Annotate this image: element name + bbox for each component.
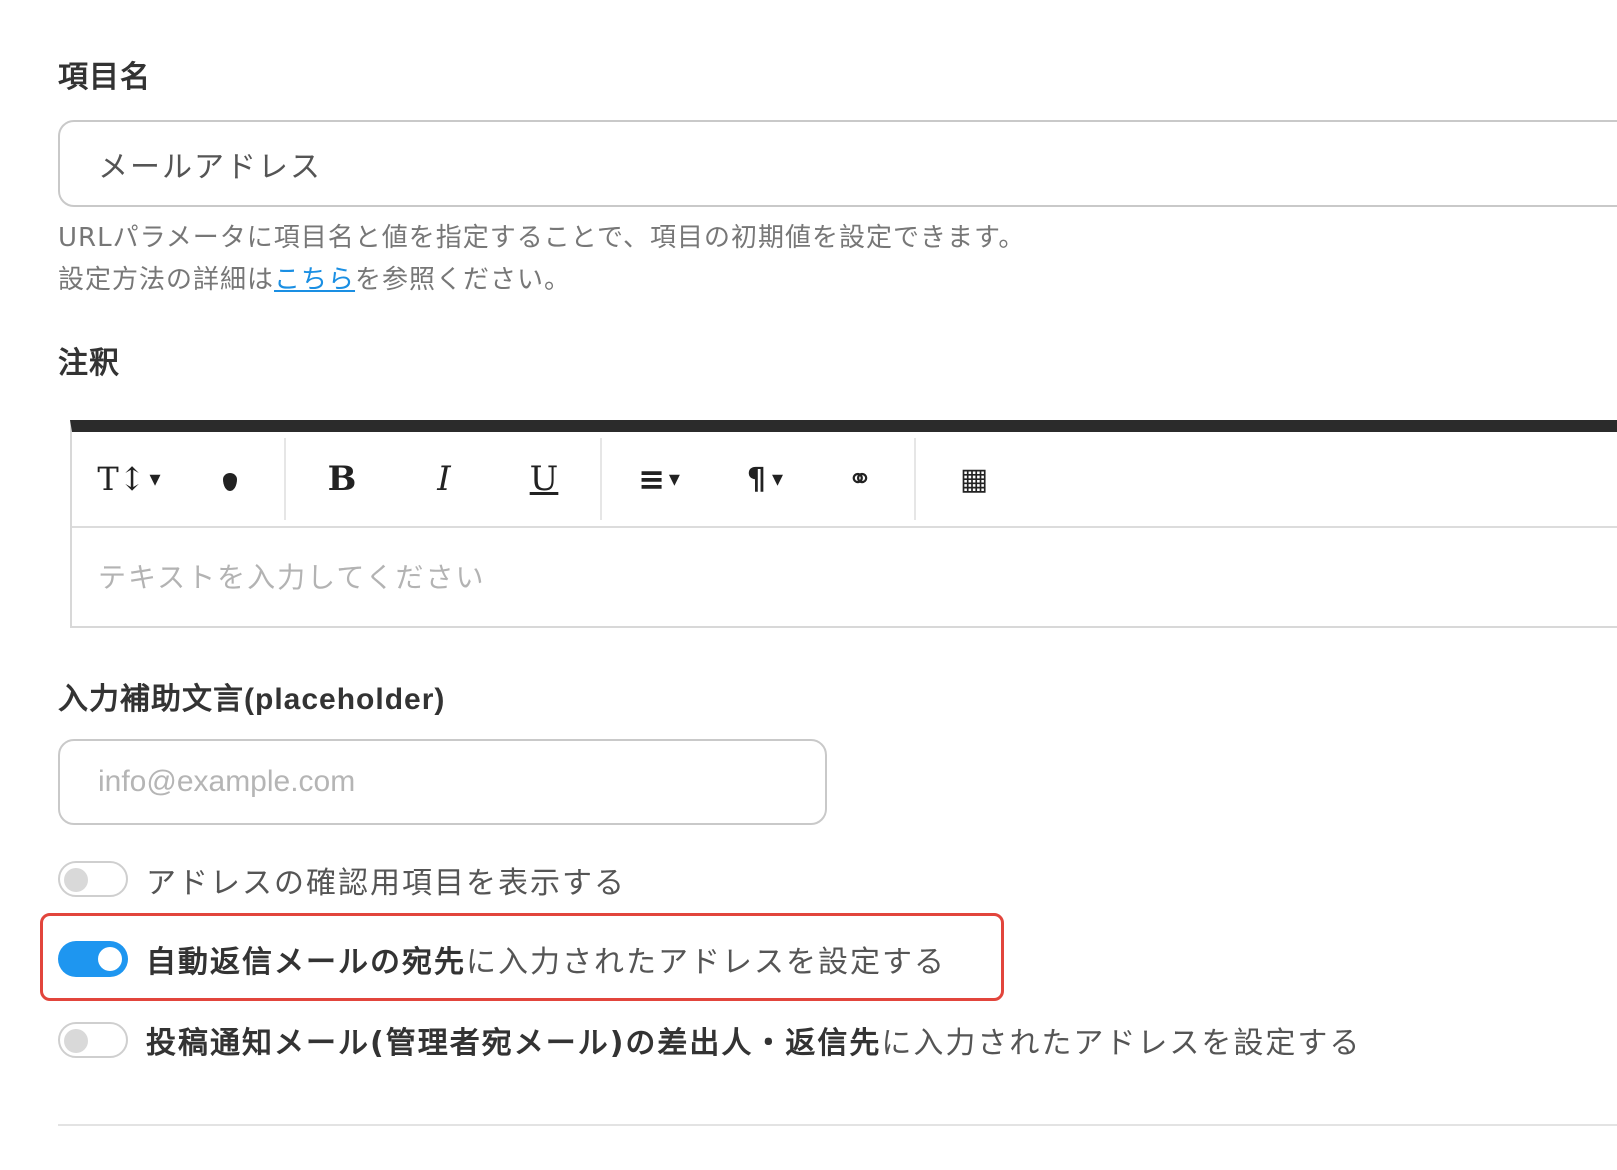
link-icon: ⚭ [847, 461, 873, 497]
notification-sender-label: 投稿通知メール(管理者宛メール)の差出人・返信先に入力されたアドレスを設定する [146, 1018, 1361, 1062]
toggle-knob [98, 947, 122, 971]
toggle-knob [64, 1029, 88, 1053]
table-icon: ▦ [959, 461, 989, 497]
placeholder-label-en: (placeholder) [244, 683, 446, 716]
toolbar-separator [600, 438, 602, 520]
paragraph-icon: ¶ [746, 461, 767, 497]
chevron-down-icon: ▾ [149, 466, 161, 492]
table-button[interactable]: ▦ [952, 432, 996, 526]
auto-reply-label: 自動返信メールの宛先に入力されたアドレスを設定する [146, 937, 946, 981]
toolbar-separator [914, 438, 916, 520]
text-color-button[interactable] [210, 432, 250, 526]
field-name-help: URLパラメータに項目名と値を指定することで、項目の初期値を設定できます。 設定… [58, 217, 1025, 301]
annotation-label: 注釈 [58, 346, 120, 381]
editor-toolbar: T↕ ▾ B I U ≡ ▾ ¶ ▾ ⚭ ▦ [72, 432, 1617, 528]
help-line-2: 設定方法の詳細はこちらを参照ください。 [58, 259, 1025, 301]
placeholder-label: 入力補助文言(placeholder) [58, 674, 445, 718]
bold-icon: B [327, 459, 357, 499]
toggle-knob [64, 868, 88, 892]
auto-reply-toggle[interactable] [58, 941, 128, 977]
toggle-2-text: に入力されたアドレスを設定する [881, 1026, 1362, 1061]
field-name-value: メールアドレス [98, 149, 322, 185]
placeholder-input-text: info@example.com [98, 765, 356, 798]
italic-icon: I [437, 459, 451, 499]
align-button[interactable]: ≡ ▾ [624, 432, 694, 526]
chevron-down-icon: ▾ [772, 466, 784, 492]
paragraph-button[interactable]: ¶ ▾ [730, 432, 800, 526]
underline-button[interactable]: U [522, 432, 566, 526]
divider [58, 1124, 1617, 1126]
toolbar-separator [284, 438, 286, 520]
help-line-2-before: 設定方法の詳細は [58, 265, 275, 295]
help-line-1: URLパラメータに項目名と値を指定することで、項目の初期値を設定できます。 [58, 223, 1026, 253]
align-left-icon: ≡ [638, 460, 665, 498]
italic-button[interactable]: I [422, 432, 466, 526]
help-link[interactable]: こちら [274, 265, 355, 295]
editor-placeholder[interactable]: テキストを入力してください [98, 556, 485, 596]
placeholder-input[interactable]: info@example.com [58, 739, 827, 825]
placeholder-label-jp: 入力補助文言 [58, 682, 244, 717]
toggle-1-bold: 自動返信メールの宛先 [146, 945, 466, 980]
underline-icon: U [529, 459, 559, 499]
rich-text-editor[interactable]: T↕ ▾ B I U ≡ ▾ ¶ ▾ ⚭ ▦ テキストを入力してください [70, 420, 1617, 628]
toggle-0-text: アドレスの確認用項目を表示する [146, 866, 626, 901]
field-name-input[interactable]: メールアドレス [58, 120, 1617, 207]
link-button[interactable]: ⚭ [838, 432, 882, 526]
toggle-1-text: に入力されたアドレスを設定する [466, 945, 946, 980]
notification-sender-toggle[interactable] [58, 1022, 128, 1058]
font-size-button[interactable]: T↕ ▾ [94, 432, 164, 526]
confirm-address-label: アドレスの確認用項目を表示する [146, 858, 626, 902]
bold-button[interactable]: B [320, 432, 364, 526]
toggle-2-bold: 投稿通知メール(管理者宛メール)の差出人・返信先 [146, 1026, 882, 1061]
color-drop-icon [223, 473, 237, 491]
chevron-down-icon: ▾ [668, 466, 680, 492]
help-line-2-after: を参照ください。 [355, 265, 572, 295]
font-size-icon: T↕ [97, 460, 146, 498]
confirm-address-toggle[interactable] [58, 861, 128, 897]
field-name-label: 項目名 [58, 60, 151, 95]
